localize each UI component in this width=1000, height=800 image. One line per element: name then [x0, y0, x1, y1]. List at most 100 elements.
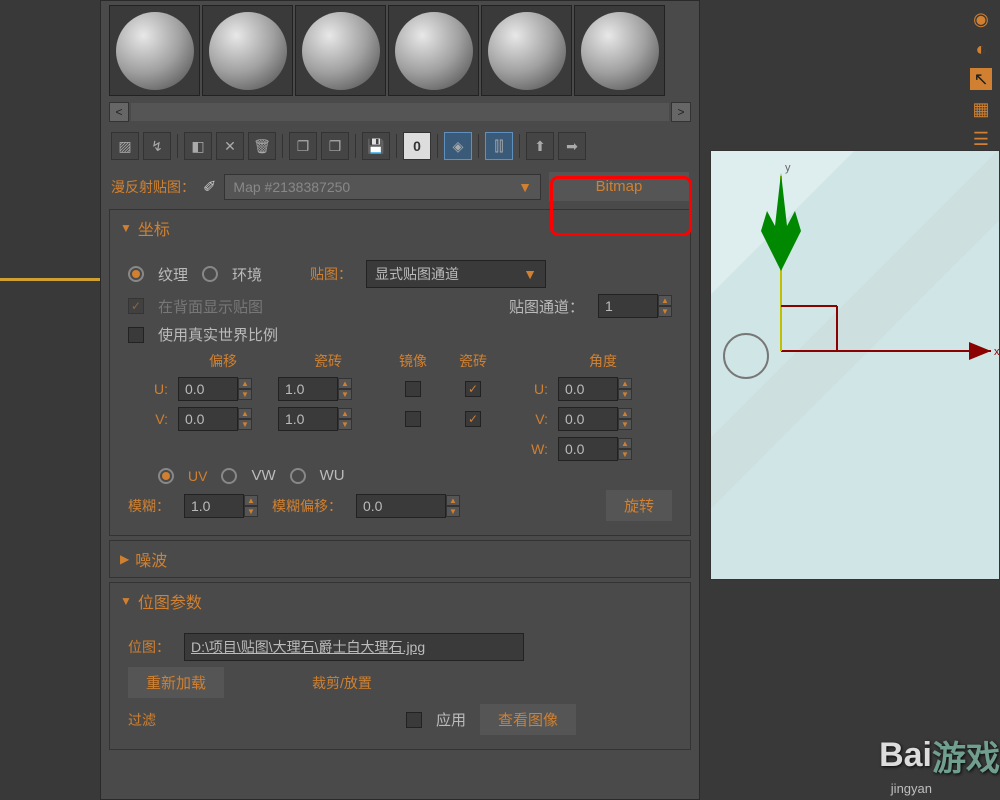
coordinates-rollup: ▼ 坐标 纹理 环境 贴图： 显式贴图通道 ▼ 在背面显示贴图 贴图通道： [109, 209, 691, 536]
noise-rollup-header[interactable]: ▶ 噪波 [110, 541, 690, 577]
reset-material-icon[interactable]: ✕ [216, 132, 244, 160]
w-angle-spinner[interactable]: 0.0▲▼ [558, 437, 648, 461]
bitmap-path-field[interactable]: D:\项目\贴图\大理石\爵士白大理石.jpg [184, 633, 524, 661]
material-sample-3[interactable] [295, 5, 386, 96]
v-angle-label: V: [508, 411, 548, 427]
make-unique-icon[interactable]: ❒ [321, 132, 349, 160]
view-image-button[interactable]: 查看图像 [480, 704, 576, 735]
u-angle-label: U: [508, 381, 548, 397]
blur-offset-label: 模糊偏移： [272, 496, 342, 516]
map-name: Map #2138387250 [233, 179, 350, 195]
backlight-icon[interactable]: ◐ [970, 38, 992, 60]
mapping-mode-dropdown[interactable]: 显式贴图通道 ▼ [366, 260, 546, 288]
blur-offset-spinner[interactable]: 0.0▲▼ [356, 494, 460, 518]
bitmap-params-rollup: ▼ 位图参数 位图： D:\项目\贴图\大理石\爵士白大理石.jpg 重新加载 … [109, 582, 691, 750]
show-map-icon[interactable]: ◈ [444, 132, 472, 160]
u-tile-checkbox[interactable] [465, 381, 481, 397]
reload-button[interactable]: 重新加载 [128, 667, 224, 698]
watermark: Bai 游戏 jingyan [760, 710, 1000, 800]
bitmap-path-label: 位图： [128, 637, 170, 657]
coordinates-title: 坐标 [138, 216, 170, 240]
assign-material-icon[interactable]: ◧ [184, 132, 212, 160]
collapse-arrow-icon: ▼ [120, 594, 132, 608]
material-sample-6[interactable] [574, 5, 665, 96]
dropdown-arrow-icon: ▼ [518, 179, 532, 195]
put-to-scene-icon[interactable]: ↯ [143, 132, 171, 160]
filter-label: 过滤 [128, 710, 228, 730]
options-icon[interactable]: ☰ [970, 128, 992, 150]
bitmap-type-button[interactable]: Bitmap [549, 172, 689, 201]
v-angle-spinner[interactable]: 0.0▲▼ [558, 407, 648, 431]
u-angle-spinner[interactable]: 0.0▲▼ [558, 377, 648, 401]
scroll-left-button[interactable]: < [109, 102, 129, 122]
environment-radio[interactable] [202, 266, 218, 282]
diffuse-map-label: 漫反射贴图： [111, 177, 195, 197]
zero-icon[interactable]: 0 [403, 132, 431, 160]
rotate-button[interactable]: 旋转 [606, 490, 672, 521]
apply-label: 应用 [436, 709, 466, 730]
checker-icon[interactable]: ▦ [970, 98, 992, 120]
angle-header: 角度 [558, 351, 648, 371]
cursor-icon[interactable]: ↖ [970, 68, 992, 90]
map-channel-spinner[interactable]: 1 ▲▼ [598, 294, 672, 318]
map-channel-label: 贴图通道： [509, 296, 584, 317]
wu-radio-label: WU [320, 467, 345, 484]
uv-radio-label: UV [188, 468, 207, 484]
vw-radio-label: VW [251, 467, 275, 484]
collapse-arrow-icon: ▼ [120, 221, 132, 235]
material-toolbar: ▨ ↯ ◧ ✕ 🗑 ❐ ❒ 💾 0 ◈ ⫿⫿ ⬆ ➡ [101, 124, 699, 168]
svg-text:y: y [785, 162, 791, 174]
blur-spinner[interactable]: 1.0▲▼ [184, 494, 258, 518]
viewport-preview[interactable]: x y [710, 150, 1000, 580]
eyedropper-icon[interactable]: ✐ [203, 177, 216, 197]
coordinates-rollup-header[interactable]: ▼ 坐标 [110, 210, 690, 246]
material-sample-1[interactable] [109, 5, 200, 96]
expand-arrow-icon: ▶ [120, 552, 129, 566]
material-sample-5[interactable] [481, 5, 572, 96]
get-material-icon[interactable]: ▨ [111, 132, 139, 160]
delete-icon[interactable]: 🗑 [248, 132, 276, 160]
scrollbar-track[interactable] [131, 103, 669, 121]
mapping-label: 贴图： [310, 264, 352, 284]
material-sample-4[interactable] [388, 5, 479, 96]
vw-radio[interactable] [221, 468, 237, 484]
noise-rollup: ▶ 噪波 [109, 540, 691, 578]
go-parent-icon[interactable]: ⬆ [526, 132, 554, 160]
yellow-guide-line [0, 278, 100, 281]
map-name-dropdown[interactable]: Map #2138387250 ▼ [224, 174, 541, 200]
v-tile-checkbox[interactable] [465, 411, 481, 427]
show-end-result-icon[interactable]: ⫿⫿ [485, 132, 513, 160]
real-world-checkbox[interactable] [128, 327, 144, 343]
v-tile-spinner[interactable]: 1.0▲▼ [278, 407, 378, 431]
blur-label: 模糊： [128, 496, 170, 516]
gizmo-icon: x y [711, 151, 1000, 581]
apply-checkbox[interactable] [406, 712, 422, 728]
w-angle-label: W: [508, 441, 548, 457]
sample-type-icon[interactable]: ◉ [970, 8, 992, 30]
v-offset-spinner[interactable]: 0.0▲▼ [178, 407, 268, 431]
uv-radio[interactable] [158, 468, 174, 484]
save-icon[interactable]: 💾 [362, 132, 390, 160]
environment-radio-label: 环境 [232, 264, 262, 285]
crop-label: 裁剪/放置 [312, 673, 372, 693]
u-mirror-checkbox[interactable] [405, 381, 421, 397]
u-offset-spinner[interactable]: 0.0▲▼ [178, 377, 268, 401]
bitmap-params-title: 位图参数 [138, 589, 202, 613]
texture-radio[interactable] [128, 266, 144, 282]
u-tile-spinner[interactable]: 1.0▲▼ [278, 377, 378, 401]
svg-text:x: x [994, 346, 1000, 358]
material-editor-panel: < > ▨ ↯ ◧ ✕ 🗑 ❐ ❒ 💾 0 ◈ ⫿⫿ ⬆ ➡ 漫反射贴图： ✐ … [100, 0, 700, 800]
make-copy-icon[interactable]: ❐ [289, 132, 317, 160]
scroll-right-button[interactable]: > [671, 102, 691, 122]
wu-radio[interactable] [290, 468, 306, 484]
go-forward-icon[interactable]: ➡ [558, 132, 586, 160]
material-sample-2[interactable] [202, 5, 293, 96]
u-axis-label: U: [128, 381, 168, 397]
v-mirror-checkbox[interactable] [405, 411, 421, 427]
show-on-back-label: 在背面显示贴图 [158, 296, 263, 317]
bitmap-params-rollup-header[interactable]: ▼ 位图参数 [110, 583, 690, 619]
mirror-header: 镜像 [388, 351, 438, 371]
show-on-back-checkbox[interactable] [128, 298, 144, 314]
watermark-text: Bai [879, 736, 932, 775]
tile-header: 瓷砖 [278, 351, 378, 371]
